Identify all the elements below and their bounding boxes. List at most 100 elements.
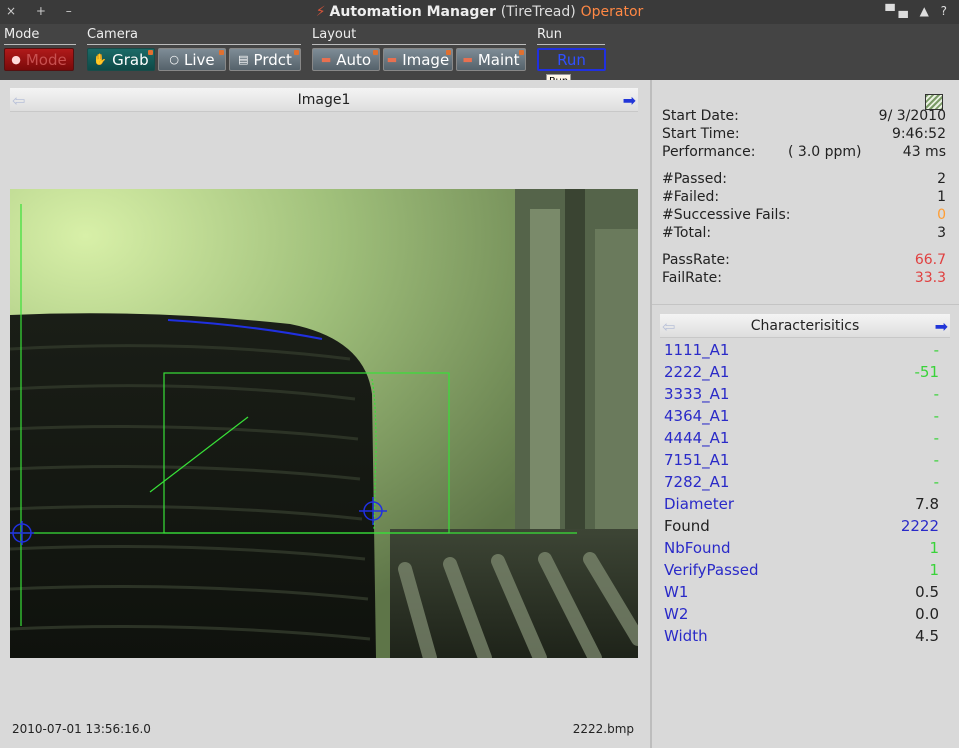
characteristic-label: 2222_A1 (664, 363, 730, 381)
user-role: Operator (580, 4, 644, 20)
maint-button-label: Maint (477, 50, 520, 69)
auto-button[interactable]: ▬ Auto (312, 48, 380, 71)
grab-button[interactable]: ✋ Grab (87, 48, 155, 71)
start-time-value: 9:46:52 (892, 126, 946, 142)
mode-button[interactable]: ● Mode (4, 48, 74, 71)
group-divider (537, 44, 605, 45)
characteristic-label: 4444_A1 (664, 429, 730, 447)
start-time-label: Start Time: (662, 126, 740, 142)
start-time-row: Start Time: 9:46:52 (662, 126, 946, 144)
pass-rate-row: PassRate: 66.7 (662, 252, 946, 270)
characteristic-label: Width (664, 627, 708, 645)
list-item[interactable]: NbFound 1 (664, 539, 939, 559)
start-date-row: Start Date: 9/ 3/2010 (662, 108, 946, 126)
project-name: (TireTread) (500, 4, 576, 20)
layout-icon: ▬ (320, 53, 332, 66)
corner-marker (148, 50, 153, 55)
image-header: ⇦ Image1 ➡ (10, 88, 638, 112)
pass-rate-label: PassRate: (662, 252, 730, 268)
characteristic-value: 7.8 (915, 495, 939, 513)
characteristic-value: - (933, 451, 939, 469)
pass-rate-value: 66.7 (914, 252, 946, 268)
camera-image[interactable] (10, 189, 638, 658)
camera-image-canvas (10, 189, 638, 658)
image-panel: ⇦ Image1 ➡ 2010-07-01 13:56:16.0 2222.bm… (0, 80, 650, 748)
characteristic-label: W1 (664, 583, 689, 601)
prdct-button-label: Prdct (253, 50, 292, 69)
layout-icon: ▬ (462, 53, 473, 66)
list-item[interactable]: 2222_A1 -51 (664, 363, 939, 383)
characteristic-value: 4.5 (915, 627, 939, 645)
performance-ppm: ( 3.0 ppm) (788, 144, 862, 160)
start-date-value: 9/ 3/2010 (878, 108, 946, 124)
characteristic-value: 2222 (900, 517, 939, 535)
prdct-button[interactable]: ▤ Prdct (229, 48, 301, 71)
characteristic-label: Found (664, 517, 710, 535)
tire (10, 313, 376, 658)
app-name: Automation Manager (329, 4, 496, 20)
list-item[interactable]: W2 0.0 (664, 605, 939, 625)
grab-button-label: Grab (112, 50, 149, 69)
characteristic-value: - (933, 429, 939, 447)
characteristic-label: VerifyPassed (664, 561, 759, 579)
list-item[interactable]: 7282_A1 - (664, 473, 939, 493)
group-label-run: Run (537, 27, 562, 42)
characteristic-value: - (933, 473, 939, 491)
list-item[interactable]: 3333_A1 - (664, 385, 939, 405)
stats-panel: Start Date: 9/ 3/2010 Start Time: 9:46:5… (652, 80, 959, 748)
mode-icon: ● (11, 53, 21, 66)
start-date-label: Start Date: (662, 108, 739, 124)
list-item[interactable]: VerifyPassed 1 (664, 561, 939, 581)
list-item[interactable]: 7151_A1 - (664, 451, 939, 471)
list-item[interactable]: Found 2222 (664, 517, 939, 537)
characteristic-value: -51 (914, 363, 940, 381)
list-item[interactable]: 4364_A1 - (664, 407, 939, 427)
fail-rate-row: FailRate: 33.3 (662, 270, 946, 288)
live-icon: ○ (169, 53, 179, 66)
successive-fails-row: #Successive Fails: 0 (662, 207, 946, 225)
corner-marker (219, 50, 224, 55)
list-item[interactable]: Diameter 7.8 (664, 495, 939, 515)
layout-icon: ▬ (386, 53, 398, 66)
characteristic-label: 1111_A1 (664, 341, 730, 359)
passed-row: #Passed: 2 (662, 171, 946, 189)
characteristic-label: W2 (664, 605, 689, 623)
failed-value: 1 (937, 189, 946, 205)
list-item[interactable]: W1 0.5 (664, 583, 939, 603)
passed-label: #Passed: (662, 171, 727, 187)
title-bar: × + – ⚡ Automation Manager (TireTread) Op… (0, 0, 959, 24)
corner-marker (294, 50, 299, 55)
image-timestamp: 2010-07-01 13:56:16.0 (12, 722, 151, 736)
list-item[interactable]: 4444_A1 - (664, 429, 939, 449)
characteristics-title: Characterisitics (750, 318, 860, 334)
window-right-icons[interactable]: ▀▄ ▲ ? (885, 4, 951, 18)
performance-label: Performance: (662, 144, 756, 160)
characteristic-value: - (933, 385, 939, 403)
characteristic-value: 0.0 (915, 605, 939, 623)
window-title: ⚡ Automation Manager (TireTread) Operator (0, 4, 959, 20)
total-row: #Total: 3 (662, 225, 946, 243)
live-button[interactable]: ○ Live (158, 48, 226, 71)
failed-label: #Failed: (662, 189, 720, 205)
failed-row: #Failed: 1 (662, 189, 946, 207)
characteristic-label: 7151_A1 (664, 451, 730, 469)
next-characteristics-arrow-icon[interactable]: ➡ (935, 317, 948, 336)
group-divider (4, 44, 76, 45)
group-label-layout: Layout (312, 27, 357, 42)
maint-button[interactable]: ▬ Maint (456, 48, 526, 71)
passed-value: 2 (937, 171, 946, 187)
characteristic-value: 1 (929, 561, 939, 579)
corner-marker (446, 50, 451, 55)
image-button-label: Image (402, 50, 450, 69)
image-button[interactable]: ▬ Image (383, 48, 453, 71)
list-item[interactable]: 1111_A1 - (664, 341, 939, 361)
successive-fails-value: 0 (937, 207, 946, 223)
live-button-label: Live (183, 50, 215, 69)
image-title: Image1 (297, 92, 351, 108)
characteristic-label: Diameter (664, 495, 735, 513)
fail-rate-value: 33.3 (914, 270, 946, 286)
run-button[interactable]: Run (537, 48, 606, 71)
mode-button-label: Mode (25, 50, 67, 69)
next-image-arrow-icon[interactable]: ➡ (623, 91, 636, 110)
list-item[interactable]: Width 4.5 (664, 627, 939, 647)
